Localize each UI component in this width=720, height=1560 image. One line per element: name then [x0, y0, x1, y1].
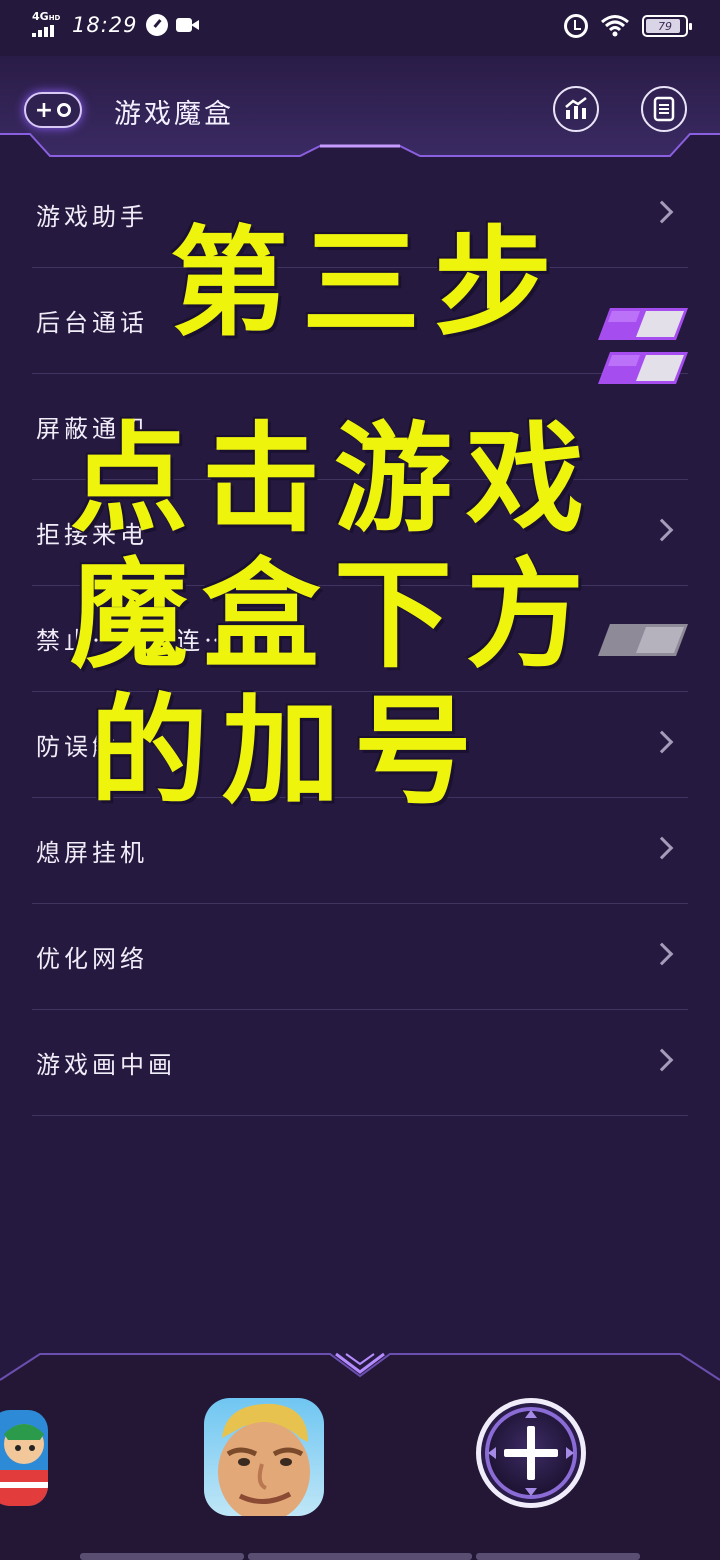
menu-item-block-notifications: 屏蔽通知 — [32, 352, 688, 480]
chevron-right-icon — [650, 942, 674, 966]
menu-item-label: 游戏助手 — [36, 203, 148, 231]
wifi-icon — [601, 15, 629, 37]
dock-indicator — [80, 1553, 244, 1560]
add-game-button[interactable] — [474, 1396, 588, 1510]
document-button[interactable] — [641, 86, 687, 132]
menu-item-reject-calls[interactable]: 拒接来电 — [32, 480, 688, 586]
menu-item-label: 防误触 — [36, 733, 120, 761]
settings-menu: 游戏助手 后台通话 屏蔽通知 拒接来电 禁止⋯自动连⋯ 防误触 熄屏挂机 优化网… — [32, 162, 688, 1116]
menu-item-anti-mistouch[interactable]: 防误触 — [32, 692, 688, 798]
document-list-icon — [653, 96, 675, 122]
toggle-switch-on[interactable] — [598, 308, 688, 340]
menu-item-picture-in-picture[interactable]: 游戏画中画 — [32, 1010, 688, 1116]
add-mode-button[interactable]: + — [24, 92, 82, 128]
menu-item-label: 优化网络 — [36, 945, 148, 973]
dock-indicator — [476, 1553, 640, 1560]
menu-item-disable-auto-connect: 禁止⋯自动连⋯ — [32, 586, 688, 692]
chevron-right-icon — [650, 518, 674, 542]
game-app-icon-left[interactable] — [0, 1410, 48, 1506]
game-app-icon-face[interactable] — [204, 1398, 324, 1516]
add-game-icon — [476, 1398, 586, 1508]
menu-item-label: 游戏画中画 — [36, 1051, 176, 1079]
signal-icon: 4GHD — [32, 10, 64, 37]
status-left: 4GHD 18:29 — [32, 10, 200, 37]
stats-chart-icon — [565, 97, 587, 119]
page-title: 游戏魔盒 — [114, 99, 234, 130]
menu-item-label: 拒接来电 — [36, 521, 148, 549]
dock-frame — [0, 1352, 720, 1560]
menu-item-label: 屏蔽通知 — [36, 415, 148, 443]
menu-item-background-call: 后台通话 — [32, 268, 688, 374]
dock-indicator — [248, 1553, 472, 1560]
network-sub-label: HD — [48, 14, 61, 22]
menu-item-game-assistant[interactable]: 游戏助手 — [32, 162, 688, 268]
status-right: 79 — [564, 14, 692, 38]
network-type-label: 4G — [32, 10, 49, 23]
status-bar: 4GHD 18:29 79 — [0, 0, 720, 56]
menu-item-screen-off-idle[interactable]: 熄屏挂机 — [32, 798, 688, 904]
stats-button[interactable] — [553, 86, 599, 132]
battery-level: 79 — [658, 19, 672, 33]
status-time: 18:29 — [72, 12, 138, 37]
plus-label: + — [34, 97, 54, 123]
menu-item-label: 熄屏挂机 — [36, 839, 148, 867]
menu-item-optimize-network[interactable]: 优化网络 — [32, 904, 688, 1010]
speed-gauge-icon — [145, 13, 168, 36]
menu-item-label: 禁止⋯自动连⋯ — [36, 627, 232, 655]
chevron-right-icon — [650, 836, 674, 860]
video-camera-icon — [175, 17, 200, 33]
alarm-icon — [564, 14, 588, 38]
toggle-switch-on[interactable] — [598, 352, 688, 384]
header-frame — [0, 56, 720, 157]
battery-icon: 79 — [642, 15, 692, 37]
chevron-right-icon — [650, 200, 674, 224]
toggle-switch-off[interactable] — [598, 624, 688, 656]
bottom-dock — [0, 1350, 720, 1560]
chevron-right-icon — [650, 730, 674, 754]
menu-item-label: 后台通话 — [36, 309, 148, 337]
header: + 游戏魔盒 — [0, 56, 720, 162]
chevron-right-icon — [650, 1048, 674, 1072]
